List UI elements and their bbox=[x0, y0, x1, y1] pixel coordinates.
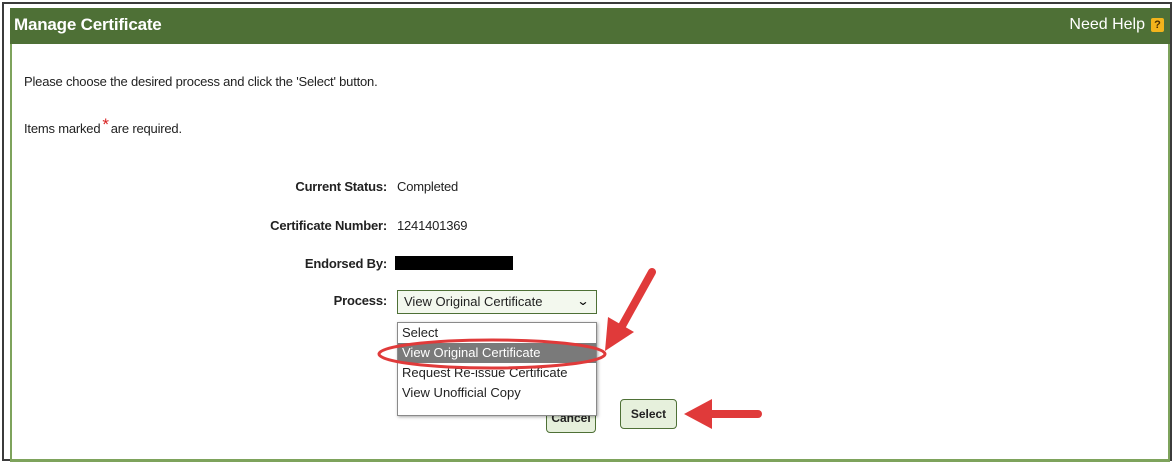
chevron-down-icon: ⌄ bbox=[576, 294, 590, 308]
need-help-link[interactable]: Need Help ? bbox=[1069, 16, 1164, 34]
certificate-number-value: 1241401369 bbox=[397, 218, 468, 233]
help-icon: ? bbox=[1151, 18, 1164, 32]
process-option-view-original[interactable]: View Original Certificate bbox=[398, 343, 596, 363]
need-help-label: Need Help bbox=[1069, 16, 1145, 33]
page-header: Manage Certificate Need Help ? bbox=[10, 8, 1170, 45]
required-note-prefix: Items marked bbox=[24, 121, 101, 136]
page-title: Manage Certificate bbox=[14, 15, 162, 34]
process-select[interactable]: View Original Certificate ⌄ bbox=[397, 290, 597, 314]
endorsed-by-redaction bbox=[395, 256, 513, 270]
certificate-number-label: Certificate Number: bbox=[270, 218, 387, 233]
process-option-select[interactable]: Select bbox=[398, 323, 596, 343]
process-label: Process: bbox=[333, 293, 388, 308]
process-dropdown-list: Select View Original Certificate Request… bbox=[397, 322, 597, 416]
endorsed-by-label: Endorsed By: bbox=[304, 256, 387, 271]
process-option-reissue[interactable]: Request Re-issue Certificate bbox=[398, 363, 596, 383]
required-note: Items marked * are required. bbox=[24, 115, 182, 138]
select-button[interactable]: Select bbox=[620, 399, 677, 429]
current-status-label: Current Status: bbox=[295, 179, 387, 194]
instructions-text: Please choose the desired process and cl… bbox=[24, 74, 378, 89]
process-option-unofficial-copy[interactable]: View Unofficial Copy bbox=[398, 383, 596, 403]
current-status-value: Completed bbox=[397, 179, 459, 194]
required-star: * bbox=[102, 115, 109, 134]
process-select-value: View Original Certificate bbox=[404, 294, 543, 309]
required-note-suffix: are required. bbox=[110, 121, 182, 136]
